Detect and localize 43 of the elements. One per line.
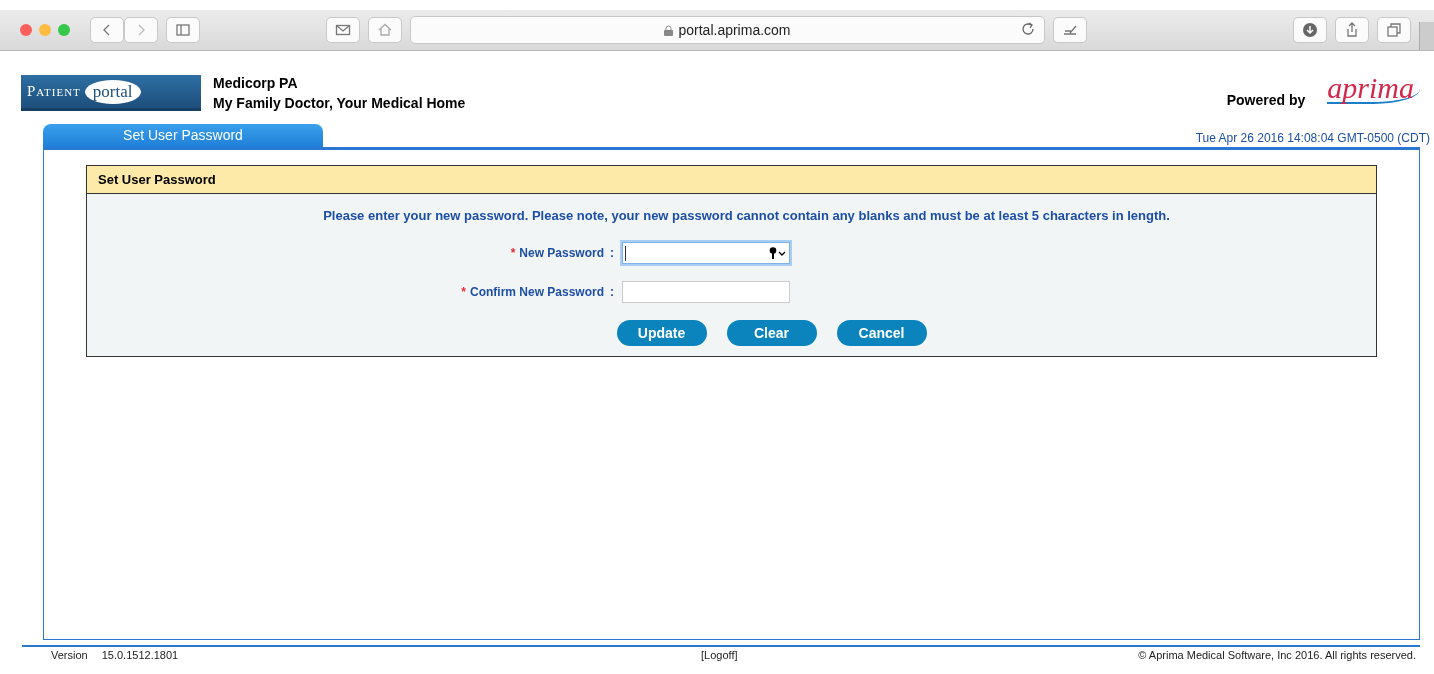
timestamp: Tue Apr 26 2016 14:08:04 GMT-0500 (CDT) [1195,131,1430,145]
home-button[interactable] [368,17,402,43]
key-icon[interactable] [769,247,786,259]
reload-icon[interactable] [1020,21,1036,37]
tabs-icon [1386,22,1402,38]
field-label: * New Password : [509,246,615,260]
sidebar-button[interactable] [166,17,200,43]
share-icon [1344,22,1360,38]
mail-button[interactable] [326,17,360,43]
tabs-button[interactable] [1377,17,1411,43]
panel-title: Set User Password [87,166,1376,194]
password-field[interactable] [622,281,790,303]
aprima-logo: aprima [1327,74,1420,104]
forward-button[interactable] [124,17,158,43]
powered-by-label: Powered by [1226,92,1306,108]
markup-button[interactable] [1053,17,1087,43]
version-number: 15.0.1512.1801 [101,649,179,662]
share-button[interactable] [1335,17,1369,43]
practice-name: Medicorp PA [213,75,299,91]
envelope-icon [335,22,351,38]
action-button[interactable]: Cancel [836,320,927,346]
copyright-text: © Aprima Medical Software, Inc 2016. All rights reserved. [1138,649,1416,662]
close-window-icon[interactable] [20,24,32,36]
download-icon [1302,22,1318,38]
instructions-text: Please enter your new password. Please note, your new password cannot contain any blanks and must be at least 5 characters in length. [322,207,1171,223]
lock-icon [664,24,674,36]
address-bar[interactable]: portal.aprima.com [410,16,1045,44]
logoff-link[interactable]: [Logoff] [701,649,738,662]
home-icon [377,22,393,38]
practice-tagline: My Family Doctor, Your Medical Home [213,95,466,111]
sidebar-icon [175,22,191,38]
download-button[interactable] [1293,17,1327,43]
field-label: * Confirm New Password : [460,285,615,299]
portal-logo: Patient portal [21,75,201,111]
zoom-window-icon[interactable] [58,24,70,36]
version-label: Version [51,649,88,662]
new-tab-button[interactable] [1419,22,1434,50]
action-button[interactable]: Update [616,320,707,346]
action-button[interactable]: Clear [726,320,817,346]
password-field[interactable] [622,242,790,264]
tab[interactable]: Set User Password [43,124,323,147]
minimize-window-icon[interactable] [39,24,51,36]
back-button[interactable] [90,17,124,43]
